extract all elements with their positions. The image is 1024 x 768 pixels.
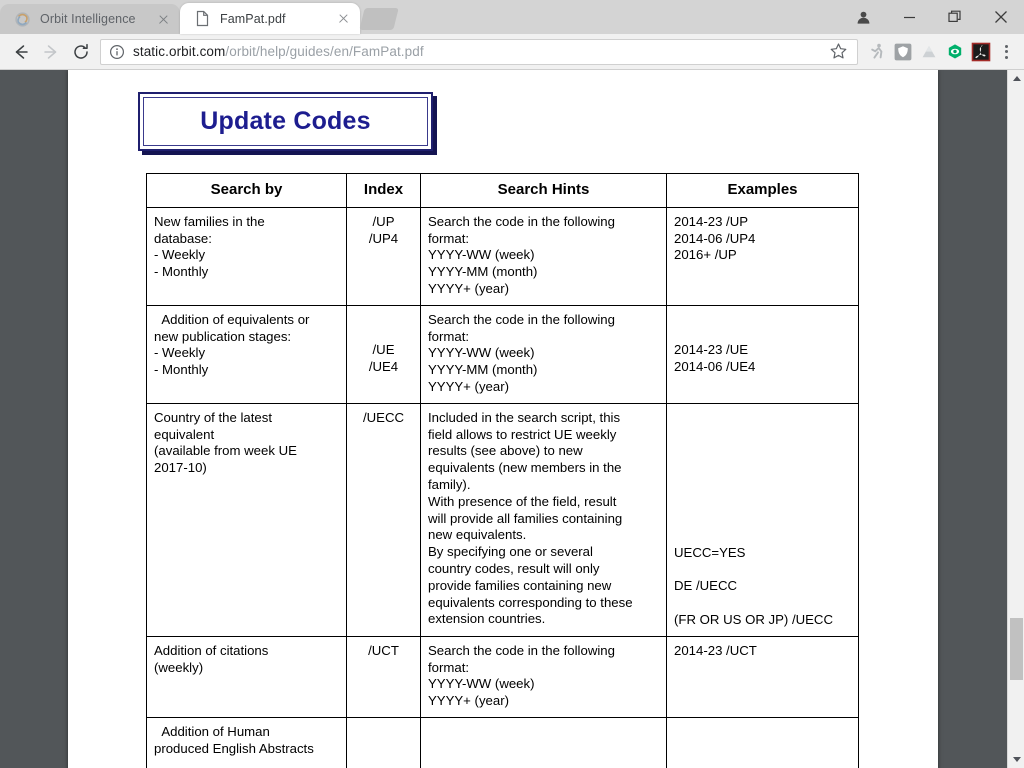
shield-white-icon[interactable]	[890, 39, 916, 65]
cell-search-by: Addition of equivalents or new publicati…	[146, 304, 347, 404]
tab-orbit-intelligence[interactable]: Orbit Intelligence	[0, 4, 180, 34]
adobe-acrobat-icon[interactable]	[968, 39, 994, 65]
page-title: Update Codes	[200, 107, 371, 135]
close-icon[interactable]	[155, 11, 172, 28]
url-host: static.orbit.com	[133, 44, 226, 59]
pdf-page: Update Codes Search by Index Search Hint…	[68, 70, 938, 768]
cell-search-by: Addition of citations (weekly)	[146, 635, 347, 718]
table-row: Country of the latest equivalent (availa…	[146, 402, 859, 637]
orbit-logo-icon	[14, 11, 31, 28]
person-running-icon[interactable]	[864, 39, 890, 65]
url-text: static.orbit.com/orbit/help/guides/en/Fa…	[133, 44, 823, 59]
minimize-icon[interactable]	[886, 0, 932, 34]
scroll-up-arrow-icon[interactable]	[1008, 70, 1024, 87]
cell-examples: 2014-23 /UCT	[666, 635, 859, 718]
new-tab-button[interactable]	[359, 8, 399, 30]
address-bar[interactable]: static.orbit.com/orbit/help/guides/en/Fa…	[100, 38, 858, 65]
browser-toolbar: static.orbit.com/orbit/help/guides/en/Fa…	[0, 34, 1024, 70]
column-header-index: Index	[346, 173, 421, 208]
close-icon[interactable]	[335, 10, 352, 27]
pdf-document-icon	[194, 10, 211, 27]
update-codes-table: Search by Index Search Hints Examples Ne…	[146, 173, 859, 768]
vertical-scrollbar[interactable]	[1007, 70, 1024, 768]
cell-index	[346, 716, 421, 768]
page-title-box: Update Codes	[138, 92, 433, 151]
cell-examples: 2014-23 /UP 2014-06 /UP4 2016+ /UP	[666, 206, 859, 306]
three-dot-menu-icon[interactable]	[994, 39, 1018, 65]
column-header-examples: Examples	[666, 173, 859, 208]
cell-index: /UE /UE4	[346, 304, 421, 404]
green-eye-icon[interactable]	[942, 39, 968, 65]
table-row: Addition of equivalents or new publicati…	[146, 304, 859, 404]
google-drive-icon[interactable]	[916, 39, 942, 65]
cell-examples	[666, 716, 859, 768]
cell-search-hints	[420, 716, 667, 768]
profile-icon[interactable]	[840, 0, 886, 34]
cell-index: /UP /UP4	[346, 206, 421, 306]
table-row: Addition of Human produced English Abstr…	[146, 716, 859, 768]
cell-index: /UECC	[346, 402, 421, 637]
star-outline-icon[interactable]	[829, 42, 849, 62]
cell-search-by: New families in the database: - Weekly -…	[146, 206, 347, 306]
back-arrow-icon[interactable]	[6, 37, 36, 67]
cell-search-hints: Search the code in the following format:…	[420, 635, 667, 718]
cell-search-hints: Search the code in the following format:…	[420, 304, 667, 404]
tab-strip: Orbit Intelligence FamPat.pdf	[0, 0, 1024, 34]
table-header-row: Search by Index Search Hints Examples	[146, 173, 859, 208]
cell-search-by: Country of the latest equivalent (availa…	[146, 402, 347, 637]
browser-window: Orbit Intelligence FamPat.pdf static.orb…	[0, 0, 1024, 768]
cell-index: /UCT	[346, 635, 421, 718]
table-row: New families in the database: - Weekly -…	[146, 206, 859, 306]
window-controls	[840, 0, 1024, 34]
close-icon[interactable]	[978, 0, 1024, 34]
pdf-viewer: Update Codes Search by Index Search Hint…	[0, 70, 1024, 768]
cell-examples: UECC=YES DE /UECC (FR OR US OR JP) /UECC	[666, 402, 859, 637]
column-header-search-hints: Search Hints	[420, 173, 667, 208]
maximize-icon[interactable]	[932, 0, 978, 34]
pdf-scroll-area: Update Codes Search by Index Search Hint…	[0, 70, 1007, 768]
forward-arrow-icon	[36, 37, 66, 67]
reload-icon[interactable]	[66, 37, 96, 67]
tab-title: FamPat.pdf	[220, 11, 286, 26]
cell-examples: 2014-23 /UE 2014-06 /UE4	[666, 304, 859, 404]
scrollbar-thumb[interactable]	[1010, 618, 1023, 680]
table-row: Addition of citations (weekly) /UCT Sear…	[146, 635, 859, 718]
column-header-search-by: Search by	[146, 173, 347, 208]
info-circle-icon[interactable]	[109, 44, 125, 60]
cell-search-by: Addition of Human produced English Abstr…	[146, 716, 347, 768]
cell-search-hints: Search the code in the following format:…	[420, 206, 667, 306]
url-path: /orbit/help/guides/en/FamPat.pdf	[225, 44, 424, 59]
tab-title: Orbit Intelligence	[40, 12, 136, 26]
tab-fampat-pdf[interactable]: FamPat.pdf	[180, 3, 360, 34]
cell-search-hints: Included in the search script, this fiel…	[420, 402, 667, 637]
scroll-down-arrow-icon[interactable]	[1008, 751, 1024, 768]
